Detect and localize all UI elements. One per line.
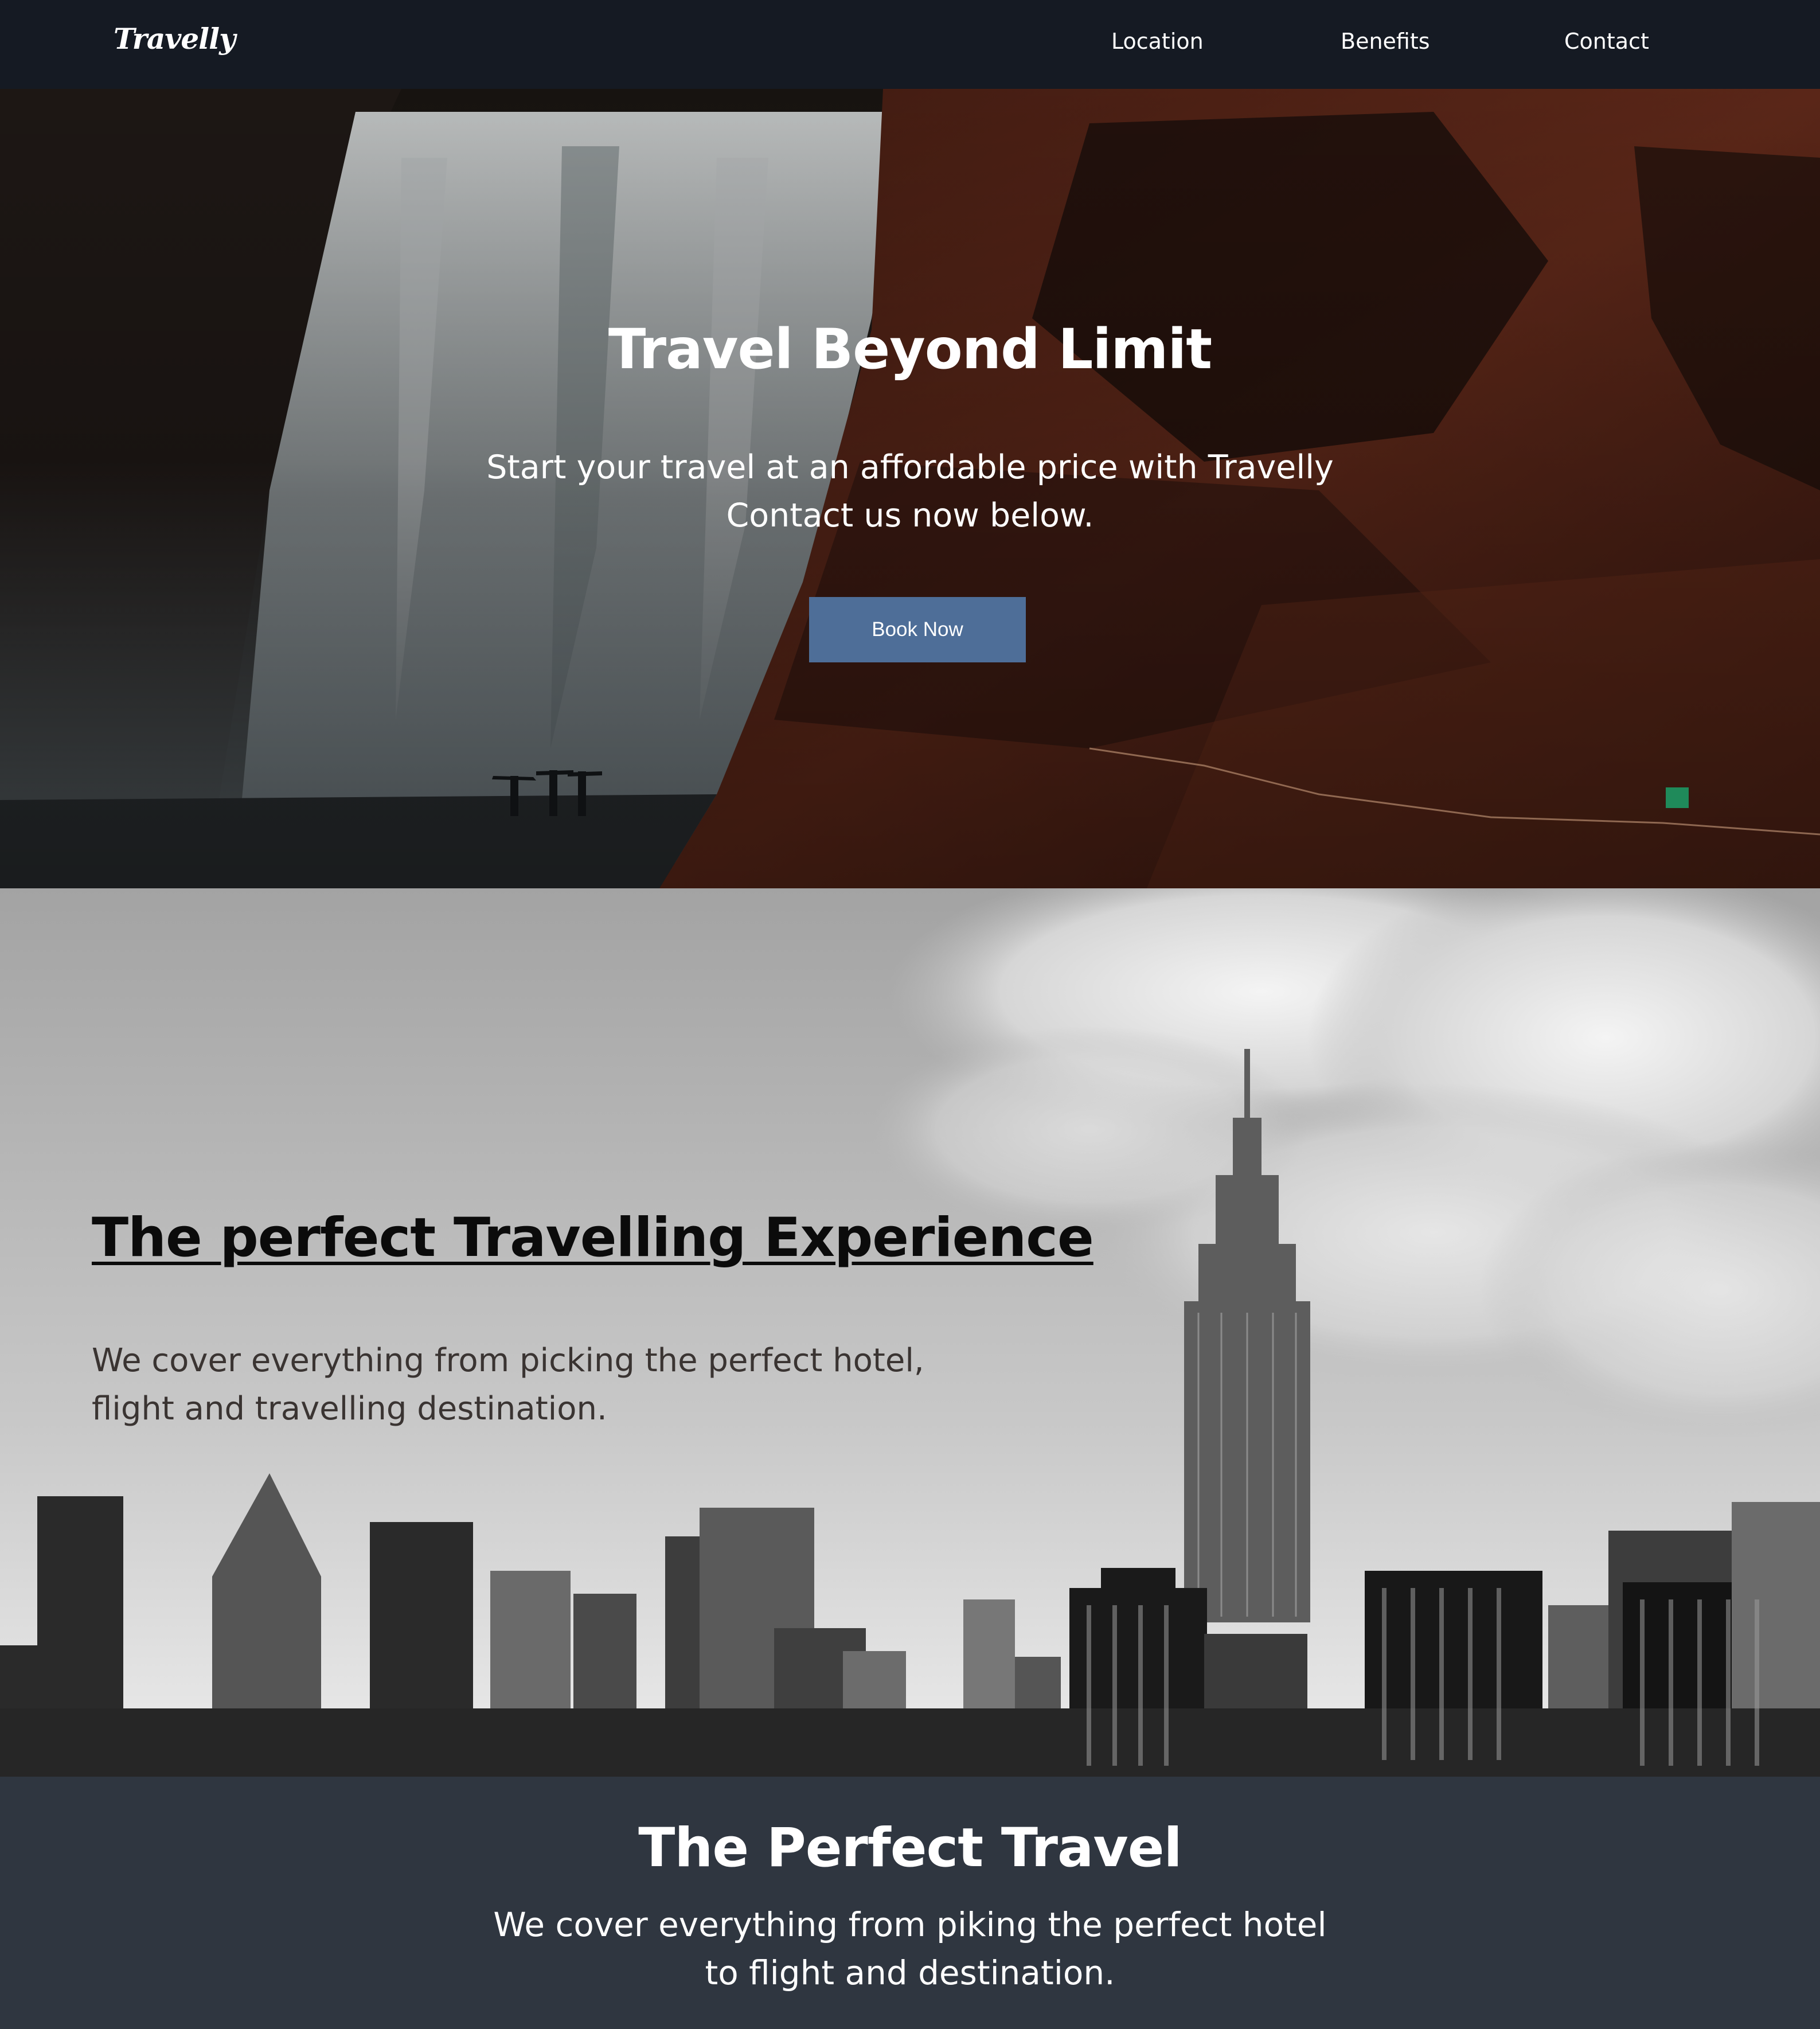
- nav-link-location[interactable]: Location: [1111, 29, 1204, 54]
- perfect-travel-description: We cover everything from piking the perf…: [0, 1901, 1820, 1997]
- experience-description-line: We cover everything from picking the per…: [92, 1342, 924, 1379]
- experience-section: The perfect Travelling Experience We cov…: [0, 888, 1820, 1777]
- perfect-travel-description-line: We cover everything from piking the perf…: [493, 1905, 1327, 1944]
- city-skyline-background-image: [0, 888, 1820, 1777]
- hero-subtitle-line: Start your travel at an affordable price…: [486, 448, 1334, 486]
- nav-link-contact[interactable]: Contact: [1564, 29, 1649, 54]
- experience-description-line: flight and travelling destination.: [92, 1390, 607, 1427]
- top-navbar: Travelly Location Benefits Contact: [0, 0, 1820, 89]
- book-now-button[interactable]: Book Now: [809, 597, 1026, 662]
- experience-description: We cover everything from picking the per…: [92, 1337, 1009, 1433]
- perfect-travel-title: The Perfect Travel: [638, 1817, 1182, 1879]
- perfect-travel-section: The Perfect Travel We cover everything f…: [0, 1777, 1820, 2029]
- perfect-travel-description-line: to flight and destination.: [705, 1953, 1115, 1992]
- hero-subtitle: Start your travel at an affordable price…: [0, 443, 1820, 540]
- hero-title: Travel Beyond Limit: [608, 317, 1212, 381]
- hero-subtitle-line: Contact us now below.: [726, 497, 1094, 534]
- nav-link-benefits[interactable]: Benefits: [1341, 29, 1430, 54]
- hero-section: Travel Beyond Limit Start your travel at…: [0, 89, 1820, 888]
- brand-logo[interactable]: Travelly: [114, 22, 236, 56]
- experience-title[interactable]: The perfect Travelling Experience: [92, 1207, 1094, 1269]
